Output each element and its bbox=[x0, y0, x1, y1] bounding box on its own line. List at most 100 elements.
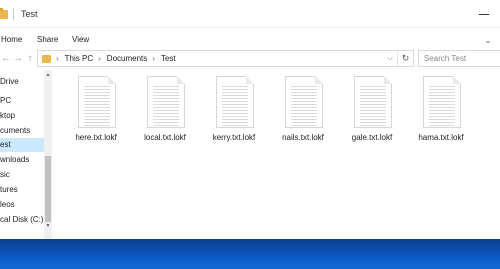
breadcrumb-this-pc[interactable]: This PC bbox=[65, 54, 93, 63]
document-line bbox=[429, 107, 455, 108]
document-line bbox=[429, 122, 455, 123]
scroll-down-icon[interactable]: ▼ bbox=[44, 221, 52, 230]
document-line bbox=[84, 98, 110, 99]
breadcrumb-test[interactable]: Test bbox=[161, 54, 176, 63]
file-item[interactable]: gale.txt.lokf bbox=[340, 76, 404, 146]
document-line bbox=[291, 104, 317, 105]
navigation-bar: ← → ↑ › This PC › Documents › Test ⌵ ↻ S… bbox=[0, 47, 500, 69]
sidebar-item-test[interactable]: est bbox=[0, 138, 44, 152]
taskbar bbox=[0, 239, 500, 269]
document-line bbox=[153, 92, 179, 93]
document-icon bbox=[423, 76, 461, 128]
document-line bbox=[429, 116, 455, 117]
document-line bbox=[84, 113, 110, 114]
sidebar-item-videos[interactable]: leos bbox=[0, 198, 44, 212]
document-line bbox=[153, 98, 179, 99]
document-line bbox=[153, 113, 179, 114]
document-line bbox=[222, 95, 248, 96]
tab-share[interactable]: Share bbox=[37, 35, 58, 44]
document-line bbox=[429, 119, 455, 120]
document-line bbox=[291, 125, 317, 126]
document-line bbox=[222, 119, 248, 120]
sidebar-item-drive[interactable]: Drive bbox=[0, 75, 44, 89]
document-line bbox=[153, 89, 179, 90]
file-list: here.txt.lokf local.txt.lokf kerry.txt.l… bbox=[52, 70, 500, 239]
document-line bbox=[222, 110, 248, 111]
file-item[interactable]: hama.txt.lokf bbox=[409, 76, 473, 146]
breadcrumb-separator: › bbox=[152, 54, 155, 63]
document-line bbox=[291, 122, 317, 123]
sidebar-item-downloads[interactable]: wnloads bbox=[0, 153, 44, 167]
document-line bbox=[360, 95, 386, 96]
document-line bbox=[360, 98, 386, 99]
minimize-icon bbox=[479, 13, 489, 15]
scroll-up-icon[interactable]: ▲ bbox=[44, 70, 52, 79]
document-line bbox=[360, 113, 386, 114]
minimize-button[interactable] bbox=[464, 0, 500, 28]
file-item[interactable]: nails.txt.lokf bbox=[271, 76, 335, 146]
document-line bbox=[84, 89, 110, 90]
document-line bbox=[291, 86, 317, 87]
address-bar[interactable]: › This PC › Documents › Test ⌵ ↻ bbox=[37, 50, 414, 67]
sidebar-item-local-disk[interactable]: cal Disk (C:) bbox=[0, 213, 44, 227]
document-line bbox=[291, 95, 317, 96]
sidebar-item-music[interactable]: sic bbox=[0, 168, 44, 182]
breadcrumb-separator: › bbox=[56, 54, 59, 63]
sidebar-scrollbar[interactable]: ▲ ▼ bbox=[44, 70, 52, 239]
tab-home[interactable]: Home bbox=[1, 35, 22, 44]
document-line bbox=[429, 104, 455, 105]
document-icon bbox=[147, 76, 185, 128]
scrollbar-thumb[interactable] bbox=[45, 156, 51, 222]
ribbon-expand-icon[interactable]: ⌄ bbox=[482, 34, 494, 46]
document-line bbox=[153, 116, 179, 117]
navigation-pane: Drive PC ktop cuments est wnloads sic tu… bbox=[0, 70, 52, 239]
forward-icon[interactable]: → bbox=[12, 51, 24, 65]
document-line bbox=[291, 110, 317, 111]
document-line bbox=[360, 122, 386, 123]
chevron-down-icon[interactable]: ⌵ bbox=[383, 55, 397, 63]
document-line bbox=[84, 125, 110, 126]
sidebar-item-documents[interactable]: cuments bbox=[0, 124, 44, 138]
document-line bbox=[222, 89, 248, 90]
file-name: local.txt.lokf bbox=[144, 133, 186, 142]
tab-view[interactable]: View bbox=[72, 35, 89, 44]
document-line bbox=[153, 95, 179, 96]
sidebar-item-this-pc[interactable]: PC bbox=[0, 94, 44, 108]
document-icon bbox=[216, 76, 254, 128]
document-line bbox=[153, 107, 179, 108]
document-line bbox=[153, 104, 179, 105]
document-line bbox=[291, 116, 317, 117]
breadcrumb-documents[interactable]: Documents bbox=[107, 54, 147, 63]
document-line bbox=[291, 101, 317, 102]
document-line bbox=[360, 101, 386, 102]
file-item[interactable]: here.txt.lokf bbox=[64, 76, 128, 146]
document-line bbox=[84, 104, 110, 105]
sidebar-item-pictures[interactable]: tures bbox=[0, 183, 44, 197]
document-line bbox=[153, 125, 179, 126]
document-line bbox=[84, 101, 110, 102]
document-line bbox=[429, 110, 455, 111]
document-line bbox=[84, 119, 110, 120]
document-line bbox=[360, 119, 386, 120]
file-item[interactable]: kerry.txt.lokf bbox=[202, 76, 266, 146]
sidebar-item-desktop[interactable]: ktop bbox=[0, 109, 44, 123]
search-input[interactable]: Search Test bbox=[418, 50, 500, 67]
file-name: nails.txt.lokf bbox=[282, 133, 324, 142]
document-line bbox=[222, 86, 248, 87]
file-item[interactable]: local.txt.lokf bbox=[133, 76, 197, 146]
document-line bbox=[84, 92, 110, 93]
document-line bbox=[222, 104, 248, 105]
window-title: Test bbox=[21, 9, 38, 19]
address-controls: ⌵ ↻ bbox=[383, 51, 413, 66]
back-icon[interactable]: ← bbox=[0, 51, 12, 65]
document-line bbox=[84, 86, 110, 87]
document-line bbox=[360, 125, 386, 126]
title-separator bbox=[13, 8, 14, 20]
refresh-icon[interactable]: ↻ bbox=[397, 51, 413, 66]
document-line bbox=[291, 92, 317, 93]
folder-icon bbox=[0, 7, 8, 19]
document-line bbox=[429, 113, 455, 114]
up-icon[interactable]: ↑ bbox=[24, 51, 36, 65]
document-line bbox=[360, 92, 386, 93]
document-line bbox=[222, 107, 248, 108]
